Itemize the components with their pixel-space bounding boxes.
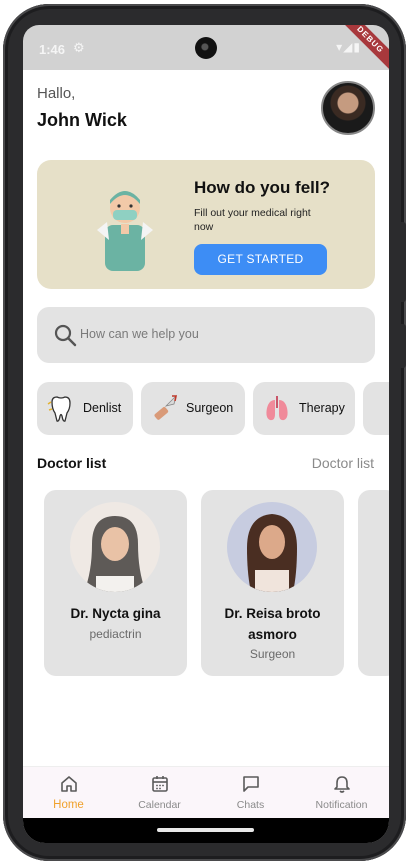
status-bar: 1:46 ⚙ ▾◢▮ DEBUG: [23, 25, 389, 74]
user-name: John Wick: [37, 110, 127, 130]
category-label: Surgeon: [186, 401, 234, 415]
nav-calendar[interactable]: Calendar: [114, 767, 205, 819]
camera-cutout: [195, 37, 217, 59]
signal-battery-icon: ▾◢▮: [336, 40, 361, 54]
nav-label: Chats: [236, 799, 265, 811]
doctor-illustration-icon: [97, 191, 153, 271]
hero-subtitle: Fill out your medical right now: [194, 207, 311, 233]
scalpel-icon: [154, 394, 177, 420]
app-content: Hallo, John Wick How do you fell? Fill o…: [23, 70, 389, 843]
hero-card: How do you fell? Fill out your medical r…: [37, 160, 375, 289]
volume-button: [400, 222, 406, 302]
doctor-card[interactable]: Dr. Nycta gina pediactrin: [44, 490, 187, 676]
category-dentist[interactable]: Denlist: [37, 382, 133, 435]
doctor-specialty: pediactrin: [89, 627, 142, 641]
doctor-photo: [227, 502, 317, 592]
get-started-button[interactable]: GET STARTED: [194, 244, 327, 275]
chat-icon: [243, 776, 259, 792]
category-therapy[interactable]: Therapy: [253, 382, 355, 435]
calendar-icon: [152, 776, 168, 792]
category-surgeon[interactable]: Surgeon: [141, 382, 245, 435]
category-label: Denlist: [83, 401, 122, 415]
gesture-handle[interactable]: [157, 828, 254, 832]
nav-home[interactable]: Home: [23, 767, 114, 819]
doctor-card[interactable]: Dr. Reisa broto asmoro Surgeon: [201, 490, 344, 676]
status-time: 1:46: [39, 42, 66, 57]
nav-label: Calendar: [138, 799, 181, 811]
doctor-list-title: Doctor list: [37, 455, 107, 471]
tooth-icon: [47, 396, 71, 422]
gear-icon: ⚙: [73, 40, 85, 55]
search-icon: [54, 324, 77, 347]
screen: 1:46 ⚙ ▾◢▮ DEBUG Hallo, John Wick How do…: [23, 25, 389, 843]
gesture-area: [23, 818, 389, 843]
category-more[interactable]: [363, 382, 389, 435]
nav-label: Notification: [315, 799, 368, 811]
doctor-list-link[interactable]: Doctor list: [312, 455, 374, 471]
doctor-card[interactable]: [358, 490, 389, 676]
nav-chats[interactable]: Chats: [205, 767, 296, 819]
lungs-icon: [266, 396, 288, 421]
doctor-photo: [70, 502, 160, 592]
phone-frame: 1:46 ⚙ ▾◢▮ DEBUG Hallo, John Wick How do…: [3, 4, 406, 861]
nav-label: Home: [53, 799, 84, 811]
search-input[interactable]: How can we help you: [37, 307, 375, 363]
doctor-name: Dr. Nycta gina: [70, 606, 161, 621]
avatar[interactable]: [321, 81, 375, 135]
category-label: Therapy: [299, 401, 345, 415]
power-button: [400, 324, 406, 368]
nav-notification[interactable]: Notification: [296, 767, 387, 819]
home-icon: [61, 776, 77, 792]
greeting-text: Hallo,: [37, 85, 76, 102]
doctor-name: Dr. Reisa broto asmoro: [224, 606, 321, 642]
bottom-nav: Home Calendar Chats Notification: [23, 766, 389, 818]
search-placeholder: How can we help you: [80, 327, 199, 341]
doctor-specialty: Surgeon: [249, 647, 296, 661]
hero-title: How do you fell?: [194, 178, 330, 197]
bell-icon: [334, 776, 350, 793]
